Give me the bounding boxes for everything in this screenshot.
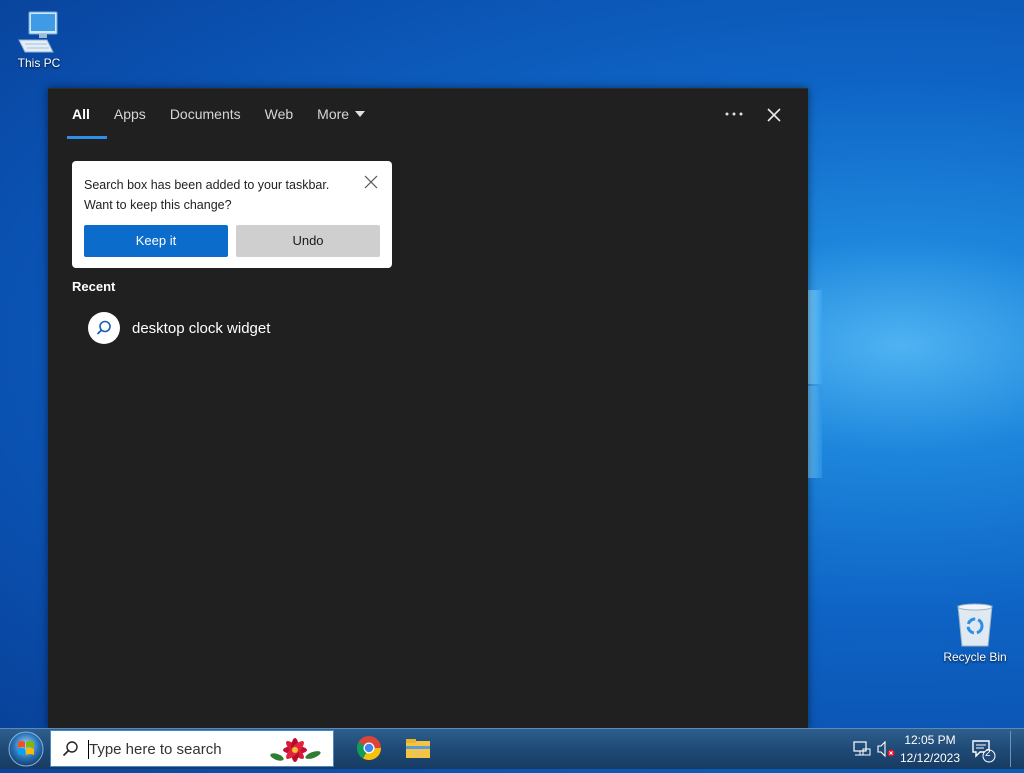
desktop-icon-label: Recycle Bin bbox=[943, 650, 1007, 664]
undo-button[interactable]: Undo bbox=[236, 225, 380, 257]
windows-orb-icon bbox=[8, 731, 44, 767]
tab-web[interactable]: Web bbox=[253, 89, 306, 139]
taskbar: Type here to search 12:05 PM 12/12/2023 … bbox=[0, 728, 1024, 769]
chevron-down-icon bbox=[355, 111, 366, 118]
keep-it-button[interactable]: Keep it bbox=[84, 225, 228, 257]
wallpaper-light-beam bbox=[808, 290, 822, 384]
computer-icon bbox=[18, 11, 58, 53]
wallpaper-light-beam bbox=[808, 386, 822, 478]
search-box-toast: Search box has been added to your taskba… bbox=[72, 161, 392, 268]
toast-close-icon[interactable] bbox=[362, 173, 380, 191]
system-clock[interactable]: 12:05 PM 12/12/2023 bbox=[898, 729, 962, 769]
tab-documents[interactable]: Documents bbox=[158, 89, 253, 139]
recycle-bin-icon bbox=[957, 603, 993, 647]
file-explorer-icon[interactable] bbox=[403, 733, 433, 763]
toast-message: Search box has been added to your taskba… bbox=[84, 175, 329, 215]
desktop-icon-recycle-bin[interactable]: Recycle Bin bbox=[940, 602, 1010, 664]
recent-item[interactable]: desktop clock widget bbox=[88, 311, 270, 345]
recent-heading: Recent bbox=[72, 279, 116, 294]
search-panel: All Apps Documents Web More Search box h… bbox=[48, 88, 808, 729]
network-icon[interactable] bbox=[852, 740, 872, 758]
tab-more-label: More bbox=[317, 106, 350, 122]
tab-all[interactable]: All bbox=[60, 89, 107, 139]
toast-line-2: Want to keep this change? bbox=[84, 198, 232, 212]
taskbar-search-box[interactable]: Type here to search bbox=[50, 730, 334, 767]
toast-line-1: Search box has been added to your taskba… bbox=[84, 178, 330, 192]
ellipsis-icon[interactable] bbox=[718, 103, 750, 125]
recent-item-label: desktop clock widget bbox=[132, 319, 271, 337]
tab-apps[interactable]: Apps bbox=[102, 89, 158, 139]
start-button[interactable] bbox=[6, 730, 46, 768]
poinsettia-icon bbox=[270, 738, 321, 762]
clock-date: 12/12/2023 bbox=[899, 751, 961, 765]
show-desktop-button[interactable] bbox=[1010, 731, 1023, 767]
notifications-icon[interactable]: 2 bbox=[970, 737, 996, 763]
chrome-icon[interactable] bbox=[354, 733, 384, 763]
clock-time: 12:05 PM bbox=[904, 733, 956, 747]
desktop-icon-this-pc[interactable]: This PC bbox=[4, 10, 74, 70]
close-icon[interactable] bbox=[760, 103, 788, 127]
search-tabs: All Apps Documents Web More bbox=[60, 89, 377, 139]
search-icon bbox=[62, 741, 78, 757]
desktop-icon-label: This PC bbox=[17, 56, 61, 70]
search-icon bbox=[88, 312, 120, 344]
tab-more[interactable]: More bbox=[305, 89, 377, 139]
volume-muted-icon[interactable] bbox=[876, 740, 896, 758]
search-placeholder: Type here to search bbox=[89, 741, 222, 758]
notification-count: 2 bbox=[985, 748, 991, 759]
